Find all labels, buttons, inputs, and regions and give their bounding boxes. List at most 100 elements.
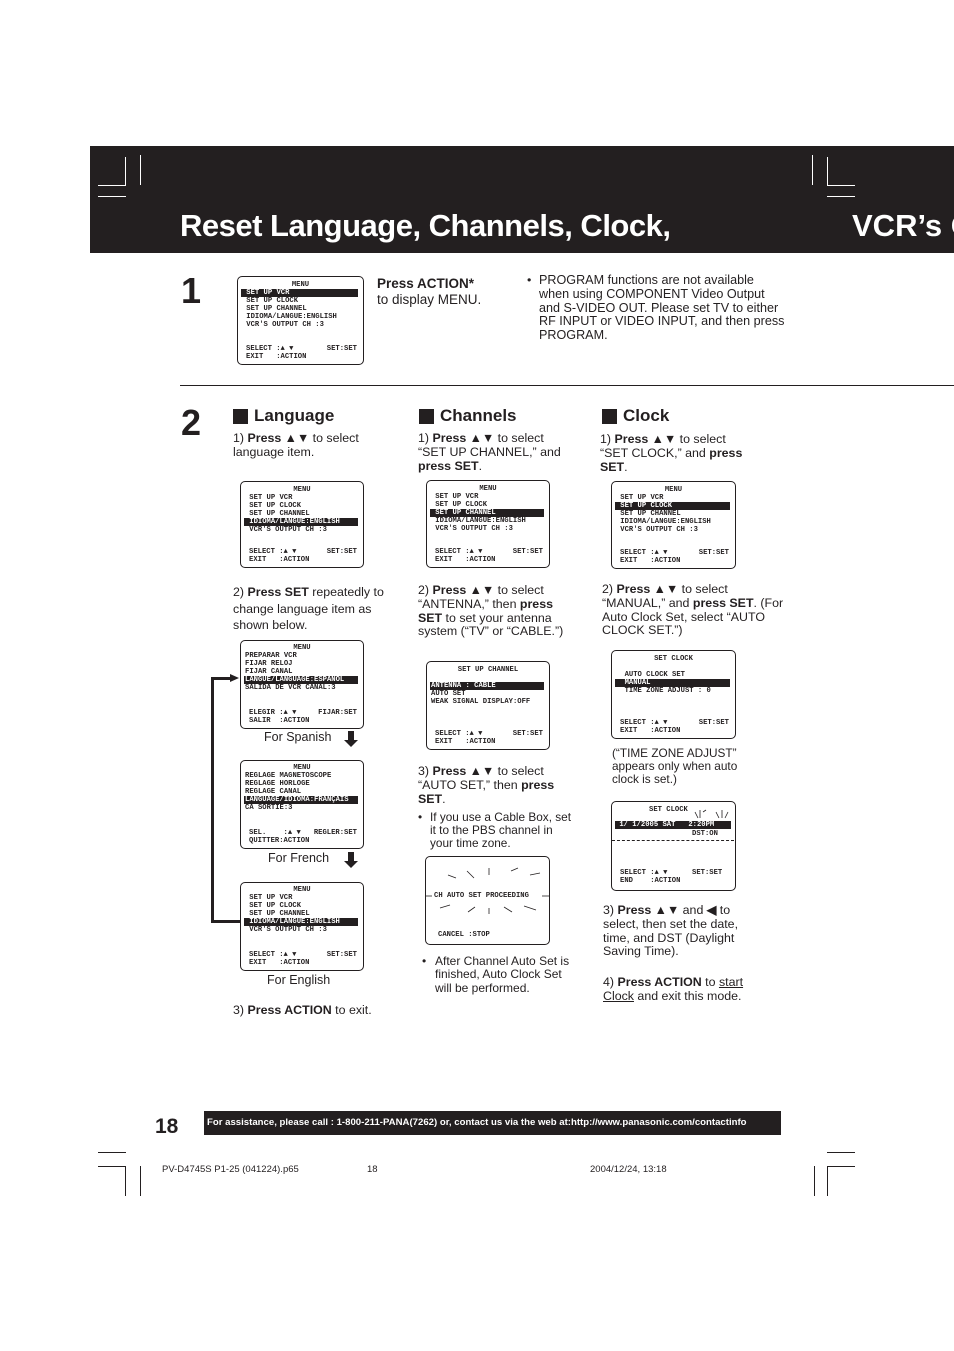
clock-step3: 3) Press ▲▼ and ◀ to select, then set th… — [603, 903, 768, 959]
osd-item: VCR'S OUTPUT CH :3 — [246, 321, 324, 329]
osd-footer-set: SET:SET — [512, 730, 543, 738]
osd-title: MENU — [293, 764, 311, 772]
assistance-banner: For assistance, please call : 1-800-211-… — [204, 1111, 781, 1135]
clock-note: (“TIME ZONE ADJUST” appears only when au… — [612, 746, 738, 786]
osd-item: SET UP CLOCK — [249, 502, 302, 510]
osd-item-selected: LANGUAGE/IDIOMA:FRANÇAIS — [244, 796, 358, 804]
osd-footer-exit: EXIT :ACTION — [620, 727, 681, 735]
channels-step3: 3) Press ▲▼ to select “AUTO SET,” then p… — [418, 764, 578, 806]
loop-arrow-vertical — [211, 677, 214, 923]
language-step1: 1) Press ▲▼ to select language item. — [233, 431, 383, 460]
osd-title: MENU — [664, 486, 683, 494]
osd-item: SET UP VCR — [435, 493, 479, 501]
osd-set-clock: SET CLOCK AUTO CLOCK SET MANUAL TIME ZONE A… — [611, 650, 736, 739]
osd-item-selected: SET UP CHANNEL — [430, 509, 544, 517]
osd-footer-select: SELECT :▲ ▼ — [620, 719, 668, 727]
osd-footer: CANCEL :STOP — [438, 931, 490, 939]
underlined-text: Clock — [603, 988, 634, 1003]
osd-item: FIJAR RELOJ — [245, 660, 293, 668]
osd-item: SET UP CLOCK — [249, 902, 302, 910]
crop-mark — [98, 196, 126, 197]
step-bold: press SET — [692, 595, 754, 610]
osd-title: MENU — [479, 485, 497, 493]
step-text: and — [679, 903, 707, 917]
step1-instruction: Press ACTION* to display MENU. — [377, 276, 517, 308]
down-arrow-icon — [348, 852, 354, 861]
osd-footer: SELECT :▲ ▼ — [620, 869, 668, 877]
osd-footer-set: SET:SET — [326, 548, 357, 556]
down-arrow-icon — [348, 731, 354, 740]
osd-item: SET UP VCR — [249, 494, 293, 502]
osd-item-selected: IDIOMA/LANGUE:ENGLISH — [244, 918, 358, 926]
osd-item: WEAK SIGNAL DISPLAY:OFF — [431, 698, 531, 706]
step-num: 2) — [418, 583, 430, 597]
osd-footer-exit: EXIT :ACTION — [249, 959, 310, 967]
osd-title: MENU — [293, 486, 311, 494]
step-num: 1) — [600, 432, 612, 446]
osd-footer-set: SET:SET — [512, 548, 543, 556]
osd-item: REGLAGE MAGNETOSCOPE — [245, 772, 332, 780]
osd-title: SET CLOCK — [654, 655, 693, 663]
osd-spanish-menu: MENU PREPARAR VCR FIJAR RELOJ FIJAR CANAL LA… — [240, 640, 364, 729]
osd-footer-set: SET:SET — [326, 951, 357, 959]
square-bullet-icon — [233, 408, 248, 424]
osd-setup-channel: SET UP CHANNEL ANTENNA : CABLE AUTO SET WEA… — [426, 661, 550, 750]
dashed-divider — [612, 840, 734, 841]
crop-mark — [140, 1166, 141, 1196]
clock-step2: 2) Press ▲▼ to select “MANUAL,” and pres… — [602, 582, 792, 638]
osd-item-selected: IDIOMA/LANGUE:ENGLISH — [244, 518, 358, 526]
bullet: • — [422, 954, 427, 968]
bullet-text: After Channel Auto Set is finished, Auto… — [435, 954, 570, 995]
clock-step1: 1) Press ▲▼ to select “SET CLOCK,” and p… — [600, 432, 750, 474]
osd-item: TIME ZONE ADJUST : 0 — [624, 687, 711, 695]
osd-item-selected: SET UP CLOCK — [615, 502, 730, 510]
caption-spanish: For Spanish — [264, 730, 332, 744]
step-bold: Press ACTION — [247, 1003, 332, 1017]
caption-english: For English — [267, 973, 331, 987]
section-divider — [180, 385, 954, 386]
page-number: 18 — [155, 1115, 179, 1138]
step-num: 2) — [233, 585, 245, 599]
channels-step2: 2) Press ▲▼ to select “ANTENNA,” then pr… — [418, 583, 578, 639]
step-bold: Press ▲▼ — [432, 764, 495, 778]
osd-title: SET UP CHANNEL — [457, 666, 519, 674]
step-text: . — [478, 458, 483, 473]
step-num: 4) — [603, 975, 615, 989]
step-text: and exit this mode. — [633, 988, 742, 1003]
crop-mark — [98, 1166, 126, 1167]
page-title: Reset Language, Channels, Clock, — [180, 208, 671, 243]
step-bold: Press ACTION — [617, 975, 702, 989]
loop-arrow-top — [211, 677, 232, 680]
crop-mark — [125, 157, 126, 186]
step-bold: Press ▲▼ — [432, 583, 495, 597]
step-number-2: 2 — [181, 402, 202, 443]
osd-french-menu: MENU REGLAGE MAGNETOSCOPE REGLAGE HORLOGE R… — [240, 760, 364, 849]
osd-footer-set: SET:SET — [698, 549, 729, 557]
osd-auto-set-proceeding: CH AUTO SET PROCEEDING CANCEL :STOP — [425, 856, 550, 945]
language-step3: 3) Press ACTION to exit. — [233, 1003, 403, 1018]
step-bold: Press ▲▼ — [616, 582, 679, 596]
blink-marks-icon — [694, 809, 729, 819]
osd-item: REGLAGE CANAL — [245, 788, 302, 796]
osd-footer-exit: EXIT :ACTION — [620, 557, 681, 565]
crop-mark — [125, 1166, 126, 1196]
osd-item-selected: ANTENNA : CABLE — [430, 682, 544, 690]
channels-bullet1: • If you use a Cable Box, set it to the … — [418, 810, 578, 850]
crop-mark — [812, 155, 813, 185]
osd-item: IDIOMA/LANGUE:ENGLISH — [435, 517, 526, 525]
crop-mark — [827, 1166, 855, 1167]
osd-footer-exit: QUITTER:ACTION — [249, 837, 310, 845]
osd-clock-menu: MENU SET UP VCR SET UP CLOCK SET UP CHANNEL… — [611, 481, 736, 569]
osd-footer-select: SELECT :▲ ▼ — [435, 730, 483, 738]
osd-footer-select: SELECT :▲ ▼ — [435, 548, 483, 556]
osd-title: MENU — [293, 886, 311, 894]
step-num: 3) — [603, 903, 615, 917]
osd-item: VCR'S OUTPUT CH :3 — [435, 525, 513, 533]
osd-item: IDIOMA/LANGUE:ENGLISH — [620, 518, 711, 526]
step-bold: Press ▲▼ — [614, 432, 677, 446]
osd-footer-select: SEL. :▲ ▼ — [249, 829, 301, 837]
bullet: • — [418, 810, 423, 824]
osd-footer-exit: EXIT :ACTION — [435, 738, 496, 746]
step-num: 1) — [233, 431, 245, 445]
osd-item: VCR'S OUTPUT CH :3 — [620, 526, 698, 534]
